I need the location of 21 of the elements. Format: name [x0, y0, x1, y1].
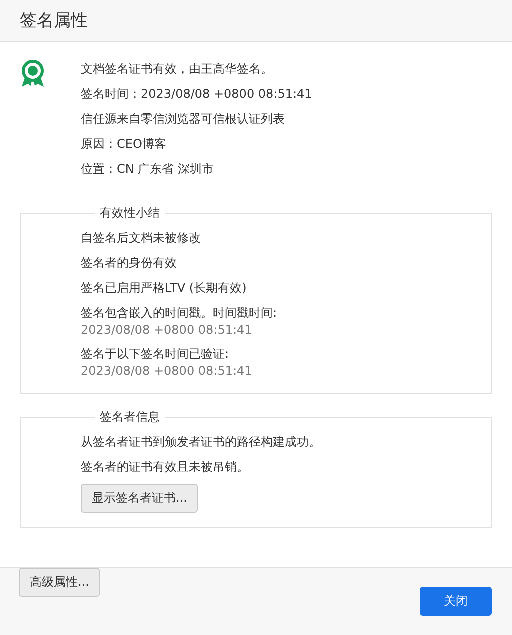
section-title: 有效性小结: [99, 206, 161, 220]
validity-text: 签名已启用严格LTV (长期有效): [81, 280, 248, 297]
validity-text: 签名者的身份有效: [81, 255, 178, 272]
timestamp-text: 2023/08/08 +0800 08:51:41: [81, 363, 254, 379]
window-title: 签名属性: [20, 10, 88, 32]
certificate-badge-icon: [20, 60, 46, 88]
section-title: 签名者信息: [99, 410, 161, 424]
advanced-properties-button[interactable]: 高级属性...: [19, 568, 100, 597]
validity-text: 签名于以下签名时间已验证:: [81, 346, 230, 363]
validity-text: 自签名后文档未被修改: [81, 230, 202, 247]
signature-detail: 文档签名证书有效，由王高华签名。: [81, 61, 274, 78]
signature-detail: 原因：CEO博客: [81, 136, 168, 153]
show-certificate-button[interactable]: 显示签名者证书...: [81, 484, 198, 513]
signer-text: 签名者的证书有效且未被吊销。: [81, 459, 250, 476]
validity-text: 签名包含嵌入的时间戳。时间戳时间:: [81, 305, 278, 322]
timestamp-text: 2023/08/08 +0800 08:51:41: [81, 322, 254, 338]
signature-detail: 签名时间：2023/08/08 +0800 08:51:41: [81, 86, 312, 103]
signature-detail: 位置：CN 广东省 深圳市: [81, 161, 215, 178]
close-button[interactable]: 关闭: [420, 587, 492, 616]
signature-detail: 信任源来自零信浏览器可信根认证列表: [81, 111, 286, 128]
signer-text: 从签名者证书到颁发者证书的路径构建成功。: [81, 434, 322, 451]
